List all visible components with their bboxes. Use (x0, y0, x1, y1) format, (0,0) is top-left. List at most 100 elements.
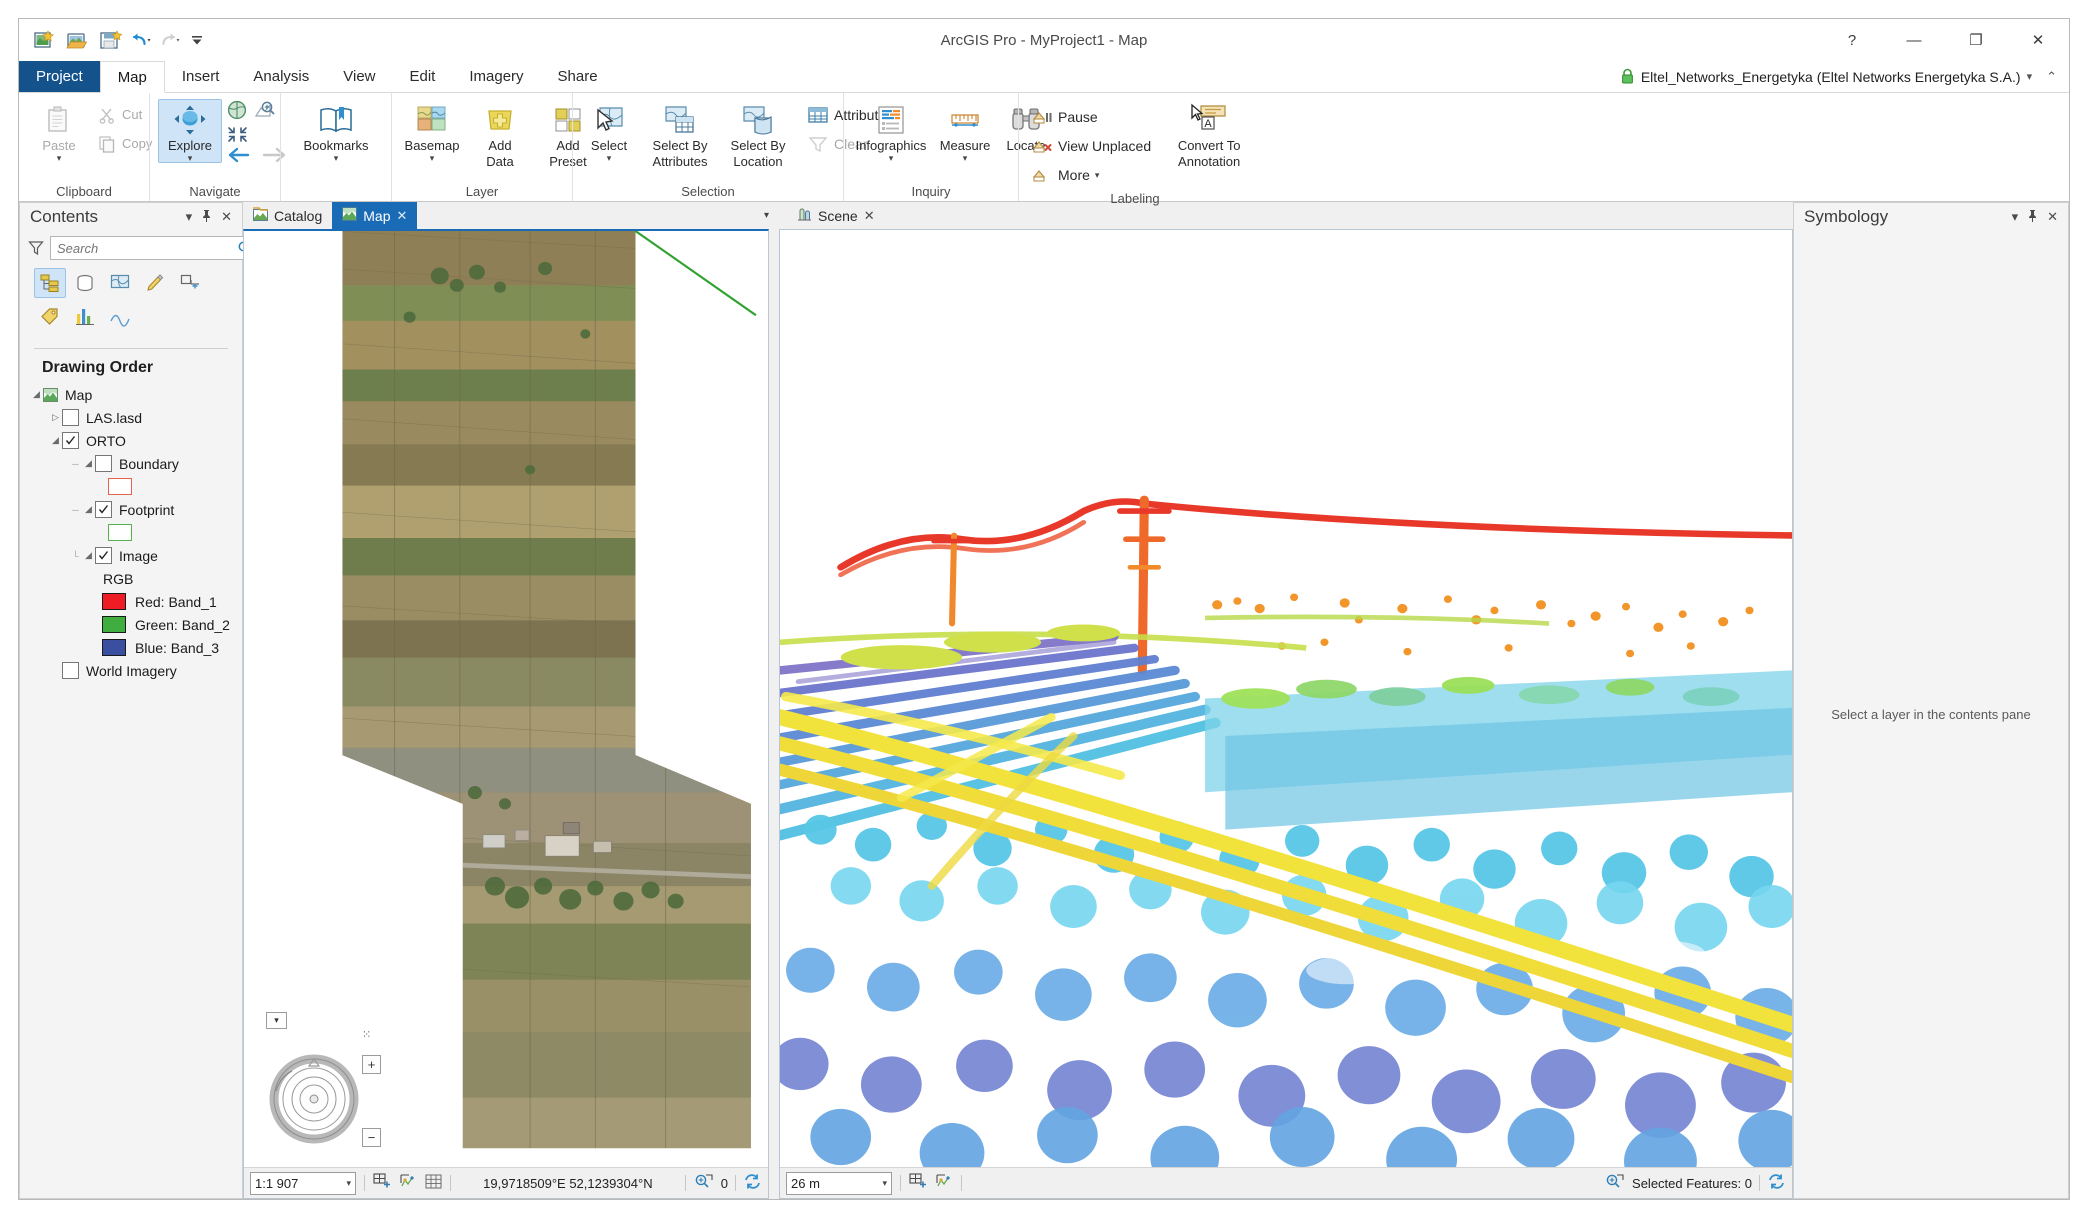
new-project-icon[interactable] (31, 27, 57, 53)
infographics-caret-icon[interactable]: ▾ (889, 154, 894, 163)
map-overview-button[interactable]: ▾ (266, 1012, 287, 1029)
bookmarks-caret-icon[interactable]: ▾ (334, 154, 339, 163)
band-blue-item[interactable]: Blue: Band_3 (24, 636, 242, 659)
footprint-symbol-swatch[interactable] (24, 521, 242, 544)
list-by-snapping-icon[interactable] (174, 268, 206, 298)
tab-map-view[interactable]: Map ✕ (332, 202, 418, 229)
convert-to-annotation-button[interactable]: A Convert To Annotation (1165, 99, 1253, 170)
tab-share[interactable]: Share (541, 61, 615, 92)
scene-scale-box[interactable]: 26 m ▾ (786, 1171, 892, 1195)
orto-layer[interactable]: ◢ ORTO (24, 429, 242, 452)
las-lasd-layer[interactable]: ▷ LAS.lasd (24, 406, 242, 429)
contents-menu-caret-icon[interactable]: ▾ (186, 209, 193, 225)
redo-icon[interactable] (159, 27, 181, 53)
list-by-labeling-icon[interactable] (34, 301, 66, 331)
boundary-checkbox[interactable] (95, 455, 112, 472)
select-by-attributes-button[interactable]: Select By Attributes (641, 99, 719, 170)
basemap-caret-icon[interactable]: ▾ (430, 154, 435, 163)
filter-icon[interactable] (28, 240, 44, 256)
zoom-out-button[interactable]: − (362, 1128, 381, 1147)
infographics-button[interactable]: Infographics ▾ (850, 99, 932, 163)
contents-close-icon[interactable]: ✕ (221, 209, 232, 225)
zoom-in-button[interactable]: + (362, 1055, 381, 1074)
close-button[interactable]: ✕ (2007, 19, 2069, 61)
list-by-range-icon[interactable] (104, 301, 136, 331)
customize-quick-access-icon[interactable] (188, 27, 206, 53)
list-by-selection-icon[interactable] (104, 268, 136, 298)
explore-caret-icon[interactable]: ▾ (188, 154, 193, 163)
search-input[interactable] (55, 239, 237, 257)
scene-select-features-icon[interactable] (935, 1173, 953, 1193)
scene-scale-caret-icon[interactable]: ▾ (876, 1178, 887, 1189)
map-node[interactable]: ◢ Map (24, 383, 242, 406)
footprint-sublayer[interactable]: ─ ◢ Footprint (24, 498, 242, 521)
footprint-checkbox[interactable] (95, 501, 112, 518)
map-scale-box[interactable]: 1:1 907 ▾ (250, 1171, 356, 1195)
view-unplaced-button[interactable]: View Unplaced (1025, 132, 1157, 160)
contents-pin-icon[interactable] (201, 209, 212, 225)
pause-labeling-button[interactable]: Pause (1025, 103, 1157, 131)
select-button[interactable]: Select ▾ (579, 99, 639, 163)
search-box[interactable]: ▾ (50, 236, 266, 260)
tab-imagery[interactable]: Imagery (452, 61, 540, 92)
tab-insert[interactable]: Insert (165, 61, 237, 92)
open-project-icon[interactable] (64, 27, 90, 53)
boundary-symbol-swatch[interactable] (24, 475, 242, 498)
band-green-swatch[interactable] (102, 616, 126, 633)
full-extent-icon[interactable] (226, 99, 249, 123)
navigator-control[interactable] (266, 1047, 362, 1144)
band-green-item[interactable]: Green: Band_2 (24, 613, 242, 636)
add-data-button[interactable]: Add Data (468, 99, 532, 170)
band-blue-swatch[interactable] (102, 639, 126, 656)
world-imagery-layer[interactable]: World Imagery (24, 659, 242, 682)
tab-project[interactable]: Project (19, 61, 100, 92)
orto-checkbox[interactable] (62, 432, 79, 449)
more-labeling-button[interactable]: More ▾ (1025, 161, 1157, 189)
tab-scene-close-icon[interactable]: ✕ (864, 208, 875, 224)
list-by-data-source-icon[interactable] (69, 268, 101, 298)
las-checkbox[interactable] (62, 409, 79, 426)
help-button[interactable]: ? (1821, 19, 1883, 61)
world-imagery-checkbox[interactable] (62, 662, 79, 679)
list-by-editing-icon[interactable] (139, 268, 171, 298)
boundary-swatch[interactable] (108, 478, 132, 495)
footprint-swatch[interactable] (108, 524, 132, 541)
symbology-menu-caret-icon[interactable]: ▾ (2012, 209, 2019, 225)
bookmarks-button[interactable]: Bookmarks ▾ (290, 99, 382, 163)
orto-expander-icon[interactable]: ◢ (49, 435, 62, 446)
symbology-pin-icon[interactable] (2027, 209, 2038, 225)
map-refresh-icon[interactable] (743, 1173, 762, 1193)
image-checkbox[interactable] (95, 547, 112, 564)
scene-add-new-map-icon[interactable] (909, 1173, 927, 1193)
tab-edit[interactable]: Edit (393, 61, 453, 92)
restore-button[interactable]: ❐ (1945, 19, 2007, 61)
tab-map[interactable]: Map (99, 61, 165, 93)
basemap-button[interactable]: Basemap ▾ (398, 99, 466, 163)
map-expander-icon[interactable]: ◢ (30, 389, 43, 400)
tab-view[interactable]: View (326, 61, 392, 92)
band-red-item[interactable]: Red: Band_1 (24, 590, 242, 613)
map-selection-icon[interactable] (694, 1173, 714, 1193)
more-labeling-caret-icon[interactable]: ▾ (1095, 171, 1100, 180)
las-expander-icon[interactable]: ▷ (49, 412, 62, 423)
tab-catalog[interactable]: Catalog (243, 202, 333, 229)
image-sublayer[interactable]: └ ◢ Image (24, 544, 242, 567)
paste-caret-icon[interactable]: ▾ (57, 154, 62, 163)
account-area[interactable]: Eltel_Networks_Energetyka (Eltel Network… (1620, 61, 2069, 92)
previous-extent-icon[interactable] (226, 124, 249, 146)
band-red-swatch[interactable] (102, 593, 126, 610)
map-canvas[interactable]: ▾ ⁙ + − (244, 231, 768, 1167)
measure-button[interactable]: Measure ▾ (934, 99, 996, 163)
add-new-map-icon[interactable] (373, 1173, 391, 1193)
footprint-expander-icon[interactable]: ◢ (82, 504, 95, 515)
map-tab-overflow-caret-icon[interactable]: ▾ (756, 202, 777, 229)
minimize-button[interactable]: — (1883, 19, 1945, 61)
boundary-sublayer[interactable]: ─ ◢ Boundary (24, 452, 242, 475)
previous-extent-arrow-icon[interactable] (228, 147, 252, 167)
scene-selection-icon[interactable] (1605, 1173, 1625, 1193)
explore-button[interactable]: Explore ▾ (158, 99, 222, 163)
symbology-close-icon[interactable]: ✕ (2047, 209, 2058, 225)
tab-analysis[interactable]: Analysis (236, 61, 326, 92)
image-expander-icon[interactable]: ◢ (82, 550, 95, 561)
save-project-icon[interactable] (97, 27, 123, 53)
